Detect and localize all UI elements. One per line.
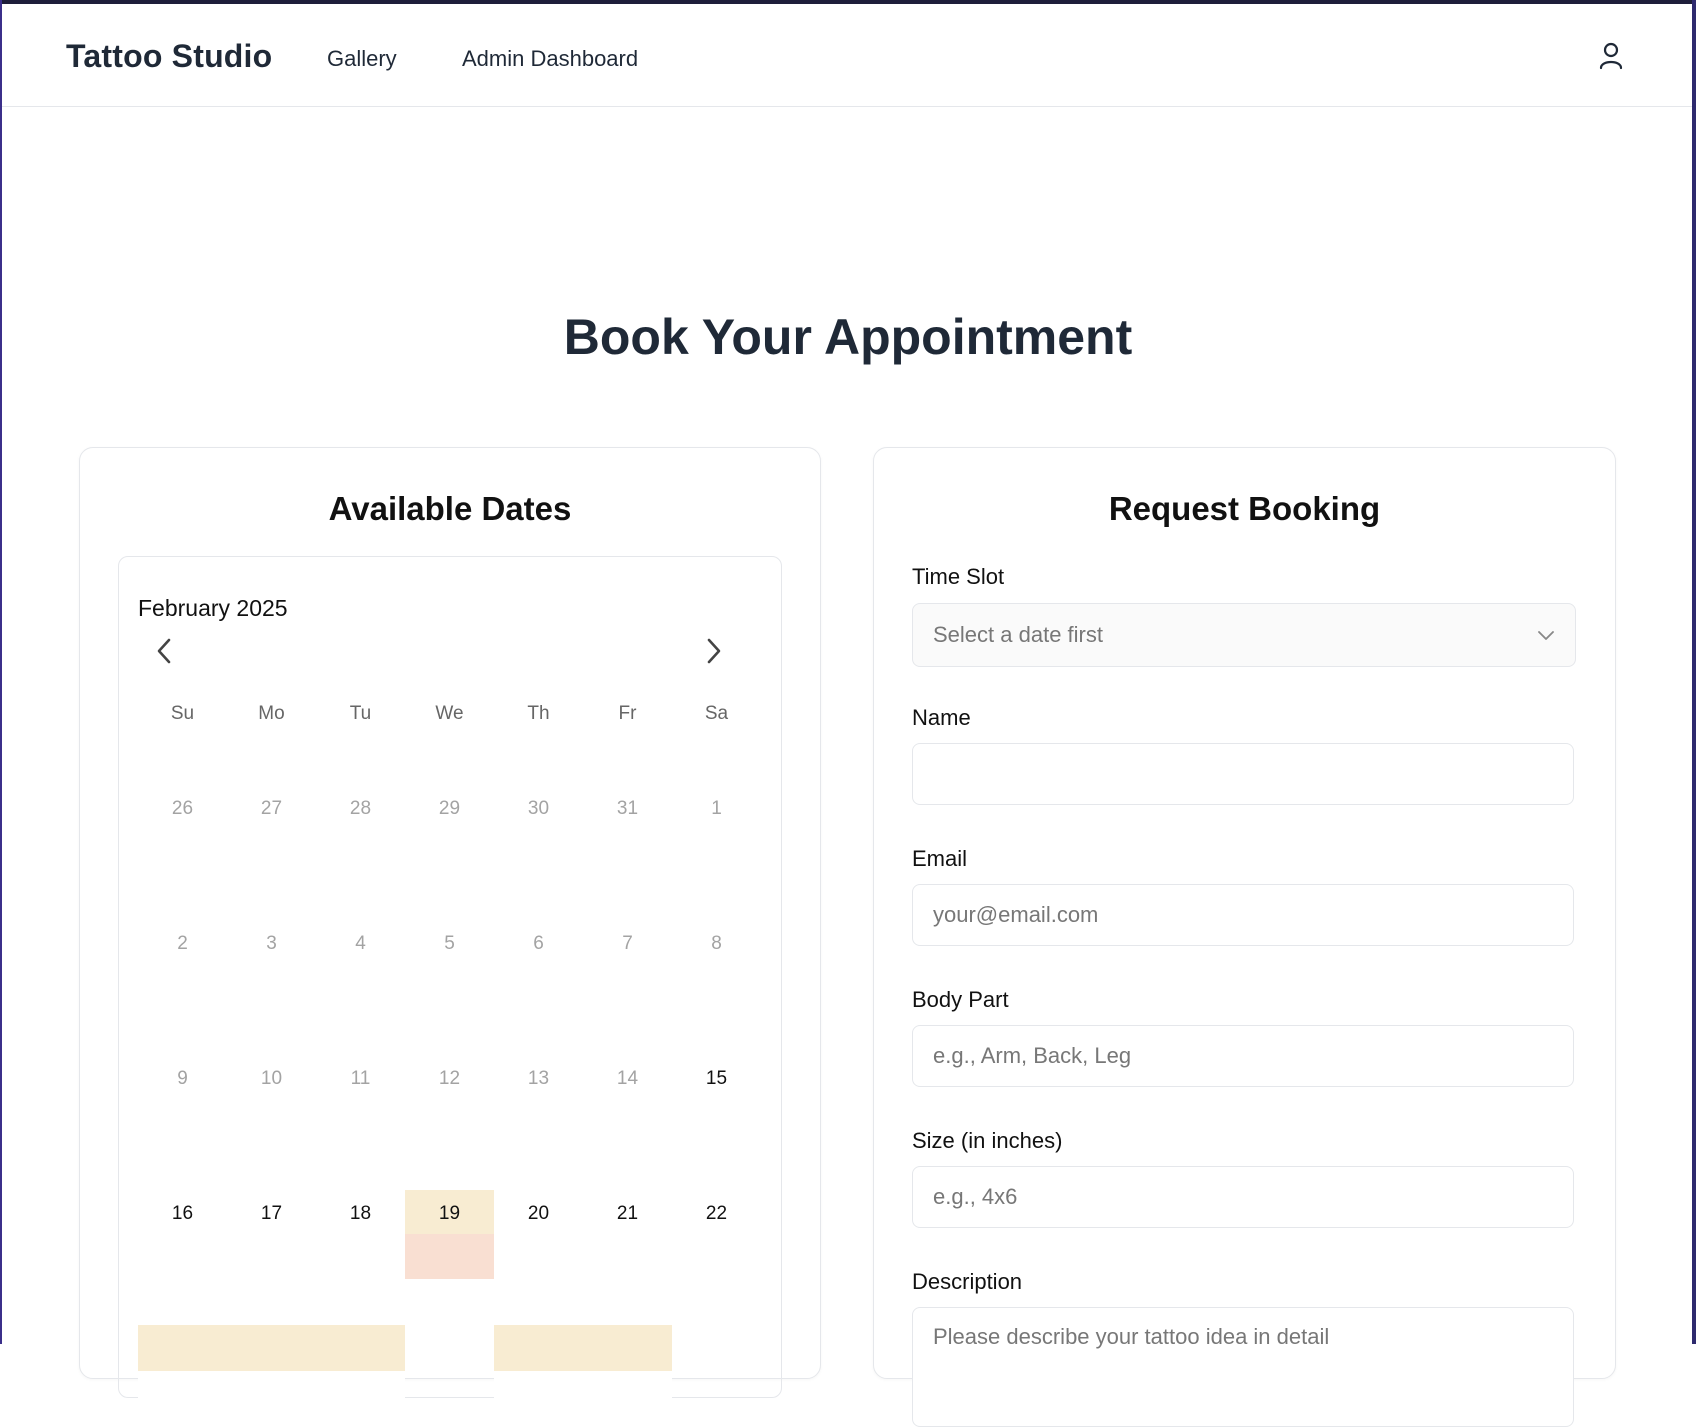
weekday-header: Fr: [618, 703, 637, 724]
chevron-left-icon: [157, 638, 171, 664]
nav-link-gallery[interactable]: Gallery: [327, 46, 397, 72]
calendar-day-highlighted[interactable]: 19: [405, 1144, 494, 1279]
calendar-day[interactable]: 18: [316, 1144, 405, 1279]
calendar-day-next-week[interactable]: [227, 1279, 316, 1414]
chevron-right-icon: [707, 638, 721, 664]
calendar-day-disabled: 3: [266, 933, 277, 954]
previous-month-button[interactable]: [147, 633, 183, 669]
calendar-day-next-week[interactable]: [405, 1279, 494, 1414]
calendar-day-next-week[interactable]: [138, 1279, 227, 1414]
calendar-day[interactable]: 22: [672, 1144, 761, 1279]
time-slot-select[interactable]: Select a date first: [912, 603, 1576, 667]
brand-logo[interactable]: Tattoo Studio: [66, 38, 272, 75]
size-label: Size (in inches): [912, 1128, 1063, 1153]
available-dates-card: Available Dates February 2025 Su Mo Tu W…: [79, 447, 821, 1414]
description-textarea[interactable]: [912, 1307, 1574, 1427]
description-label: Description: [912, 1269, 1023, 1294]
calendar-day-next-week[interactable]: [316, 1279, 405, 1414]
time-slot-label: Time Slot: [912, 564, 1005, 589]
page-title: Book Your Appointment: [563, 309, 1133, 365]
calendar-day-disabled: 27: [260, 798, 283, 819]
name-label: Name: [912, 705, 971, 730]
window-frame-right: [1692, 0, 1696, 1344]
weekday-header: Tu: [349, 703, 372, 724]
request-booking-card: Request Booking Time Slot Select a date …: [873, 447, 1616, 1427]
calendar-day[interactable]: 16: [138, 1144, 227, 1279]
calendar-day-next-week[interactable]: [672, 1279, 761, 1414]
request-booking-title: Request Booking: [1108, 490, 1381, 527]
calendar-day-disabled: 11: [350, 1068, 371, 1089]
calendar-day[interactable]: 17: [227, 1144, 316, 1279]
available-dates-title: Available Dates: [328, 490, 572, 527]
weekday-header: Mo: [258, 703, 285, 724]
calendar-day-disabled: 10: [260, 1068, 283, 1089]
weekday-header: Sa: [704, 703, 729, 724]
window-frame-left: [0, 0, 2, 1344]
calendar-day[interactable]: 21: [583, 1144, 672, 1279]
calendar-day-next-week[interactable]: [583, 1279, 672, 1414]
calendar-day-next-week[interactable]: [494, 1279, 583, 1414]
name-input[interactable]: [912, 743, 1574, 805]
body-part-label: Body Part: [912, 987, 1009, 1012]
nav-link-admin-dashboard[interactable]: Admin Dashboard: [462, 46, 638, 72]
calendar-day-disabled: 8: [711, 933, 722, 954]
user-account-button[interactable]: [1596, 40, 1626, 74]
calendar-day-disabled: 30: [527, 798, 550, 819]
calendar-day-disabled: 6: [533, 933, 544, 954]
calendar-day-disabled: 2: [177, 933, 188, 954]
email-label: Email: [912, 846, 968, 871]
date-picker-calendar: February 2025 Su Mo Tu We Th Fr Sa 26 27…: [118, 556, 782, 1414]
calendar-day-disabled: 5: [444, 933, 455, 954]
body-part-input[interactable]: [912, 1025, 1574, 1087]
size-input[interactable]: [912, 1166, 1574, 1228]
email-input[interactable]: [912, 884, 1574, 946]
calendar-day-disabled: 1: [711, 798, 722, 819]
weekday-header: We: [435, 703, 464, 724]
calendar-day-disabled: 12: [438, 1068, 461, 1089]
calendar-day-disabled: 31: [616, 798, 639, 819]
calendar-day-disabled: 14: [616, 1068, 639, 1089]
calendar-grid: Su Mo Tu We Th Fr Sa 26 27 28 29 30 31 1…: [138, 689, 762, 1414]
calendar-day-disabled: 9: [177, 1068, 188, 1089]
weekday-header: Th: [527, 703, 550, 724]
top-navigation: Tattoo Studio Gallery Admin Dashboard: [2, 4, 1692, 107]
chevron-down-icon: [1538, 631, 1554, 640]
calendar-day-disabled: 26: [171, 798, 194, 819]
calendar-day-disabled: 7: [622, 933, 633, 954]
calendar-day-disabled: 29: [438, 798, 461, 819]
calendar-day-disabled: 13: [527, 1068, 550, 1089]
time-slot-value: Select a date first: [933, 622, 1103, 647]
next-month-button[interactable]: [695, 633, 731, 669]
calendar-day[interactable]: 20: [494, 1144, 583, 1279]
calendar-month-label: February 2025: [138, 595, 288, 621]
calendar-day-disabled: 4: [355, 933, 366, 954]
user-icon: [1599, 42, 1623, 70]
calendar-day-disabled: 28: [349, 798, 372, 819]
weekday-header: Su: [170, 703, 195, 724]
calendar-day[interactable]: 15: [672, 1009, 761, 1144]
